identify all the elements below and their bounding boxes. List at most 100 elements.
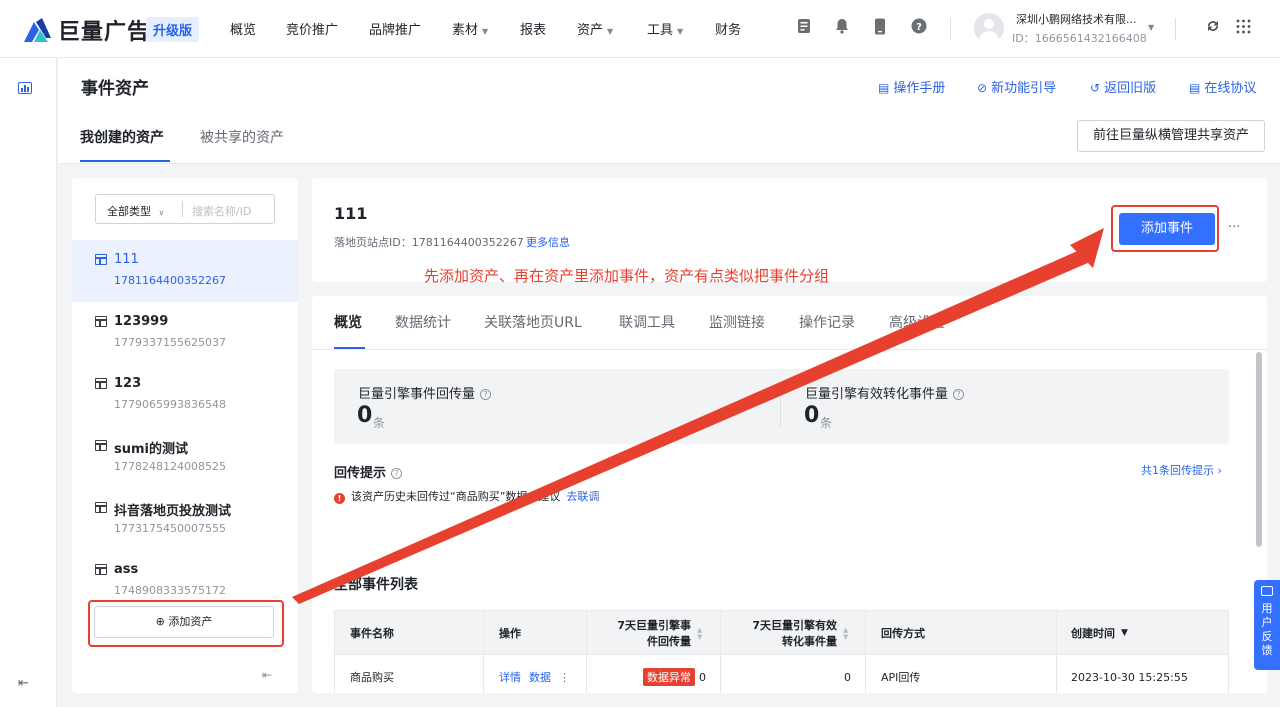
help-icon[interactable]: ? (908, 18, 930, 40)
chevron-down-icon: ▼ (482, 27, 489, 36)
nav-finance[interactable]: 财务 (715, 19, 745, 38)
cell-event-name: 商品购买 (335, 655, 484, 693)
col-7d-valid[interactable]: 7天巨量引擎有效转化事件量 ▲ ▼ (721, 611, 866, 656)
chart-icon[interactable] (18, 82, 32, 94)
sort-icon[interactable]: ▲ ▼ (843, 626, 848, 641)
tab-statistics[interactable]: 数据统计 (395, 312, 451, 332)
nav-overview[interactable]: 概览 (230, 19, 260, 38)
nav-label: 报表 (520, 23, 547, 38)
tab-debug-tools[interactable]: 联调工具 (619, 312, 675, 332)
tab-my-assets[interactable]: 我创建的资产 (80, 127, 164, 147)
annotation-box-add-asset (88, 600, 284, 647)
share-manage-button[interactable]: 前往巨量纵横管理共享资产 (1077, 120, 1265, 152)
sort-desc-icon[interactable]: ▼ (1121, 629, 1128, 638)
refresh-icon[interactable] (1202, 18, 1224, 40)
tip-text: 该资产历史未回传过“商品购买”数据，建议 (351, 490, 561, 503)
tab-op-log[interactable]: 操作记录 (799, 312, 855, 332)
left-rail: ⇤ (0, 58, 57, 707)
cell-operation: 详情 数据 ⋮ (484, 655, 587, 693)
link-label: 在线协议 (1204, 81, 1257, 96)
sort-icon[interactable]: ▲ ▼ (697, 626, 702, 641)
tab-overview[interactable]: 概览 (334, 312, 362, 332)
type-select-value: 全部类型 (107, 205, 151, 218)
detail-link[interactable]: 详情 (499, 669, 521, 685)
collapse-panel-icon[interactable]: ⇤ (262, 668, 272, 682)
cell-method: API回传 (866, 655, 1057, 693)
nav-bidding[interactable]: 竞价推广 (286, 19, 342, 38)
asset-id: 1779065993836548 (114, 398, 226, 411)
feedback-label: 用户反馈 (1261, 602, 1273, 657)
col-7d-events[interactable]: 7天巨量引擎事件回传量 ▲ ▼ (587, 611, 721, 656)
type-select[interactable]: 全部类型 ∨ (107, 203, 164, 219)
nav-label: 品牌推广 (369, 23, 422, 38)
nav-label: 财务 (715, 23, 742, 38)
grid-icon[interactable] (1232, 18, 1254, 40)
brand-name: 巨量广告 (58, 20, 151, 45)
stat-unit: 条 (373, 416, 386, 430)
asset-name: 111 (114, 252, 139, 267)
stat-value: 0 (357, 403, 373, 428)
col-created[interactable]: 创建时间 ▼ (1057, 611, 1230, 656)
help-icon[interactable]: ? (391, 468, 403, 479)
stat-unit: 条 (820, 416, 833, 430)
avatar[interactable] (974, 13, 1004, 43)
nav-report[interactable]: 报表 (520, 19, 550, 38)
account-name[interactable]: 深圳小鹏网络技术有限... (1016, 11, 1146, 27)
search-input[interactable]: 搜索名称/ID (192, 203, 251, 219)
cell-7d-events: 数据异常 0 (587, 655, 721, 693)
old-version-link[interactable]: ↺ 返回旧版 (1090, 77, 1156, 96)
bell-icon[interactable] (831, 18, 853, 40)
nav-brand[interactable]: 品牌推广 (369, 19, 425, 38)
nav-label: 工具 (647, 23, 674, 38)
more-info-link[interactable]: 更多信息 (526, 234, 570, 250)
asset-item[interactable]: 抖音落地页投放测试 1773175450007555 (72, 488, 298, 550)
divider (182, 201, 183, 217)
chevron-down-icon[interactable]: ▼ (1148, 23, 1154, 32)
asset-item[interactable]: sumi的测试 1778248124008525 (72, 426, 298, 488)
more-icon[interactable]: ⋮ (559, 671, 570, 684)
more-options-icon[interactable]: ··· (1228, 220, 1240, 235)
asset-detail-body: 概览 数据统计 关联落地页URL 联调工具 监测链接 操作记录 高级设置 巨量引… (312, 296, 1267, 693)
divider (58, 163, 1280, 164)
agreement-link[interactable]: ▤ 在线协议 (1189, 77, 1256, 96)
debug-link[interactable]: 去联调 (566, 490, 599, 503)
manual-link[interactable]: ▤ 操作手册 (878, 77, 945, 96)
feature-guide-link[interactable]: ⊘ 新功能引导 (977, 77, 1056, 96)
tip-count-link[interactable]: 共1条回传提示 › (1141, 462, 1222, 478)
tip-message: ! 该资产历史未回传过“商品购买”数据，建议 去联调 (334, 488, 599, 504)
tab-advanced[interactable]: 高级设置 (889, 312, 945, 332)
chevron-down-icon: ▼ (607, 27, 614, 36)
status-badge[interactable]: 数据异常 (643, 668, 695, 686)
asset-item[interactable]: 123 1779065993836548 (72, 364, 298, 426)
document-icon[interactable] (793, 18, 815, 40)
phone-icon[interactable] (869, 18, 891, 40)
col-event-name: 事件名称 (335, 611, 484, 656)
asset-name: ass (114, 562, 139, 577)
asset-filter: 全部类型 ∨ 搜索名称/ID (95, 194, 275, 224)
document-icon: ▤ (878, 81, 890, 95)
help-icon[interactable]: ? (953, 389, 965, 400)
scrollbar-thumb[interactable] (1256, 352, 1262, 547)
brand-logo[interactable]: 巨量广告 (22, 14, 150, 46)
nav-material[interactable]: 素材 ▼ (452, 19, 488, 38)
divider (312, 349, 1267, 350)
upgrade-badge[interactable]: 升级版 (146, 17, 200, 42)
header-label: 7天巨量引擎有效转化事件量 (752, 618, 837, 648)
nav-tools[interactable]: 工具 ▼ (647, 19, 683, 38)
help-icon[interactable]: ? (480, 389, 492, 400)
table-icon (95, 502, 107, 513)
stat-label: 巨量引擎事件回传量? (358, 383, 492, 402)
nav-assets[interactable]: 资产 ▼ (577, 19, 613, 38)
account-id: ID：1666561432166408 (1012, 32, 1147, 45)
message-icon (1261, 586, 1273, 596)
menu-collapse-icon[interactable]: ⇤ (18, 676, 29, 691)
tab-shared-assets[interactable]: 被共享的资产 (200, 127, 284, 147)
svg-text:?: ? (916, 22, 922, 33)
asset-item[interactable]: 123999 1779337155625037 (72, 302, 298, 364)
tab-monitor-link[interactable]: 监测链接 (709, 312, 765, 332)
data-link[interactable]: 数据 (529, 669, 551, 685)
cell-created: 2023-10-30 15:25:55 (1071, 670, 1188, 684)
tab-landing-url[interactable]: 关联落地页URL (484, 312, 582, 332)
feedback-button[interactable]: 用户反馈 (1254, 580, 1280, 670)
asset-item[interactable]: 111 1781164400352267 (72, 240, 298, 302)
